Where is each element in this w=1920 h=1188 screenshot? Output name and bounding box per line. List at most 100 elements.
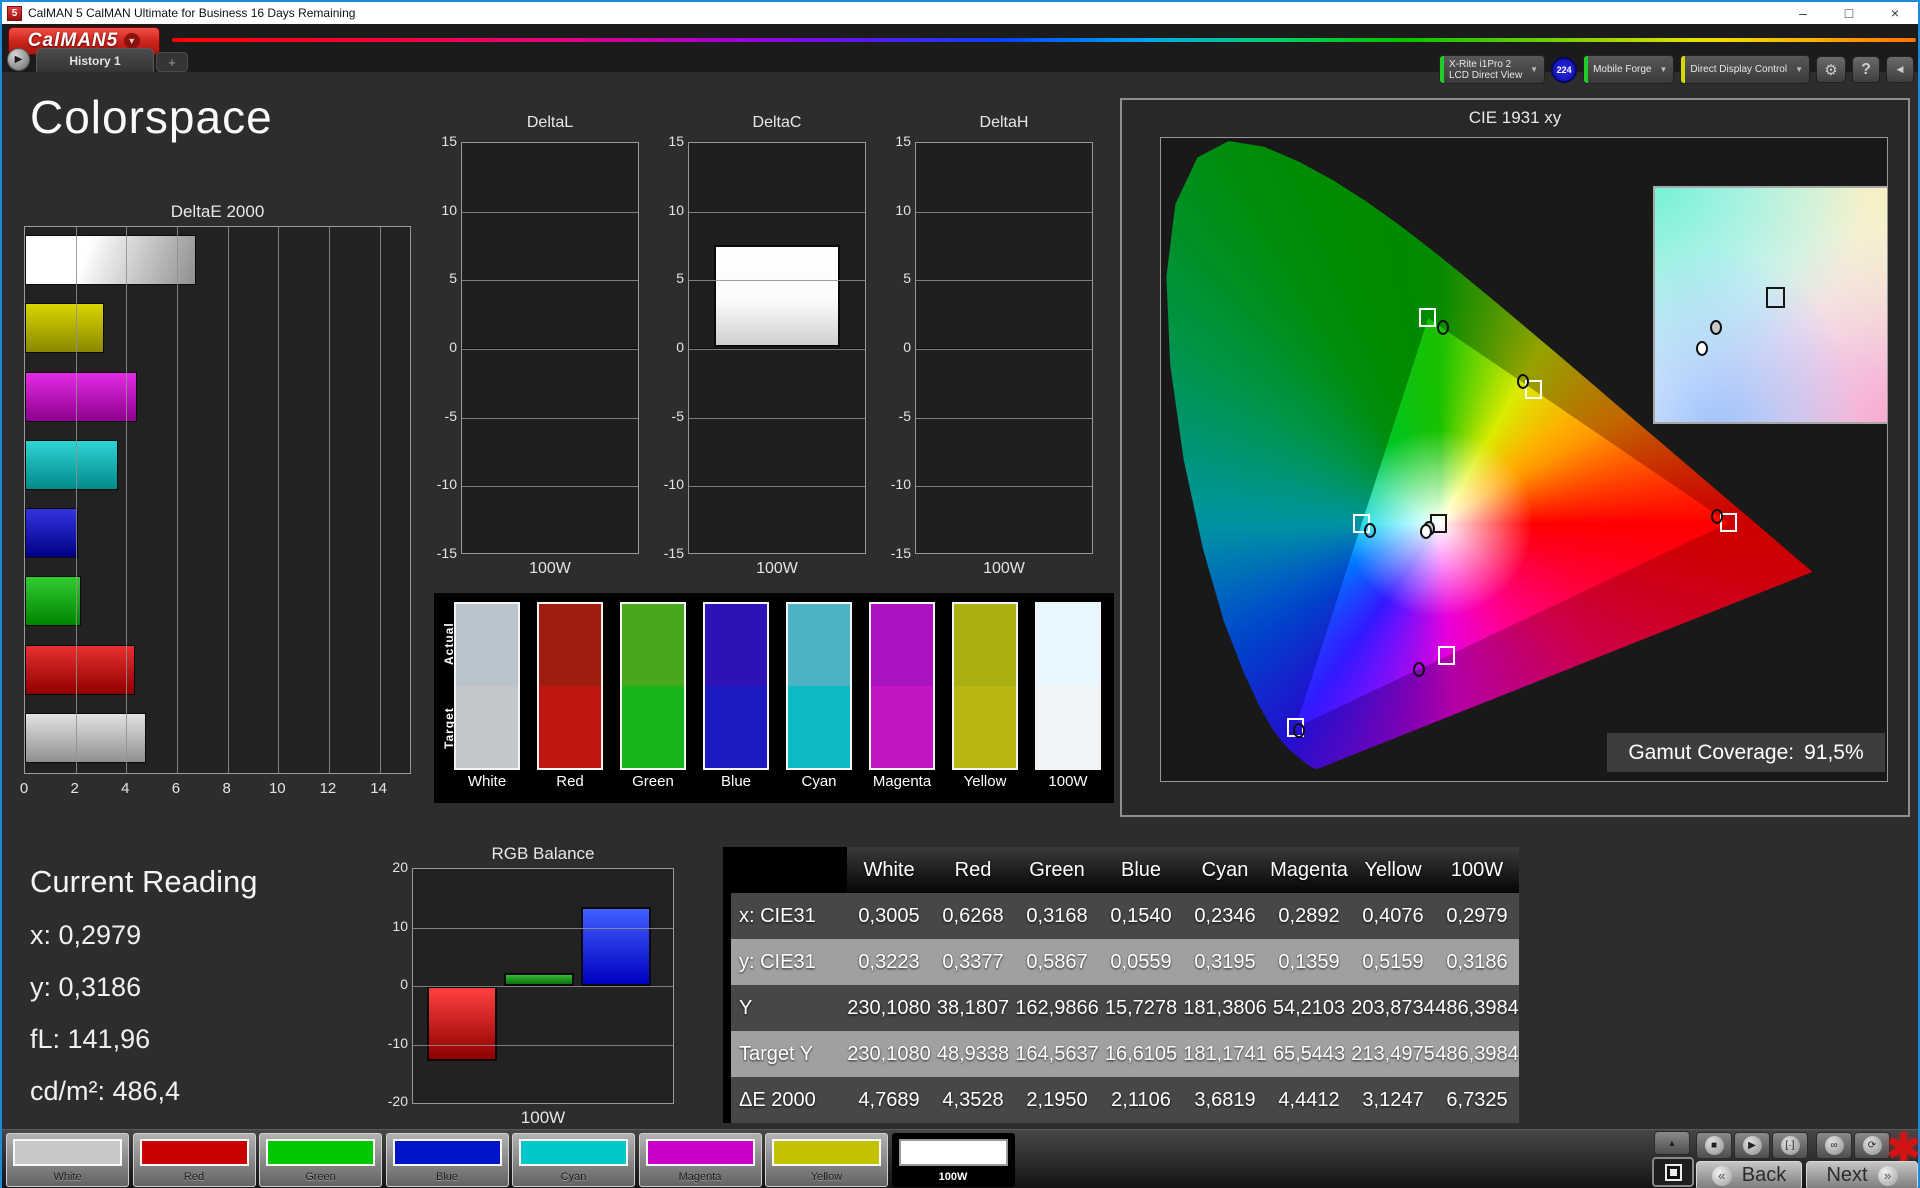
rgb-bar-blue (581, 907, 651, 986)
deltaL-chart (461, 142, 639, 554)
table-cell: 181,3806 (1183, 996, 1267, 1019)
source-label: Mobile Forge (1593, 64, 1652, 75)
patch-tab-green[interactable]: Green (259, 1133, 382, 1187)
tab-strip: ▶ History 1 + (2, 48, 602, 72)
deltae-gridline (278, 227, 280, 773)
repeat-button[interactable]: ⟳ (1854, 1132, 1890, 1159)
whitepoint-zoom-inset (1653, 186, 1887, 424)
deltaH-gridline (916, 280, 1092, 282)
table-cell: 0,5159 (1362, 950, 1424, 973)
gamut-coverage-value: 91,5% (1804, 740, 1864, 764)
single-measure-button[interactable]: [·] (1772, 1132, 1808, 1159)
deltaH-chart (915, 142, 1093, 554)
deltaH-tick-label: -10 (890, 476, 911, 493)
patch-tab-blue[interactable]: Blue (385, 1133, 509, 1187)
deltaH-tick-label: 15 (895, 133, 911, 149)
deltaC-gridline (689, 417, 865, 419)
gear-icon: ⚙ (1824, 61, 1838, 79)
patch-tab-label: Cyan (560, 1171, 587, 1183)
table-row-label: y: CIE31 (739, 950, 816, 973)
chevron-down-icon: ▼ (124, 33, 141, 49)
rgb-y-tick: -10 (387, 1034, 408, 1051)
rainbow-divider (172, 38, 1916, 42)
patch-swatch (266, 1139, 375, 1166)
swatch-column-yellow: Yellow (952, 602, 1018, 790)
patch-tab-cyan[interactable]: Cyan (512, 1133, 635, 1187)
deltae-bar-yellow (25, 303, 105, 354)
patch-tab-label: 100W (938, 1171, 968, 1183)
swatch-column-magenta: Magenta (869, 602, 935, 790)
deltaH-gridline (916, 211, 1092, 213)
reading-fl: fL: 141,96 (30, 1024, 151, 1054)
swatch-yellow (952, 602, 1018, 770)
cie-target-green (1419, 308, 1437, 328)
deltaC-tick-label: -10 (663, 476, 684, 493)
display-pattern-button[interactable] (1652, 1157, 1694, 1187)
patch-tab-100w[interactable]: 100W (891, 1133, 1015, 1187)
display-control-dropdown[interactable]: Direct Display Control ▼ (1680, 55, 1810, 84)
deltaC-tick-label: 0 (676, 339, 684, 355)
meter-dropdown[interactable]: X-Rite i1Pro 2 LCD Direct View ▼ (1439, 55, 1546, 84)
next-label: Next (1826, 1164, 1868, 1186)
chevron-down-icon: ▼ (1795, 65, 1803, 74)
tab-history-1[interactable]: History 1 (36, 48, 154, 72)
table-cell: 0,4076 (1362, 904, 1424, 927)
bottom-bar: White Red Green Blue Cyan Magenta Yellow 100W ▲… (2, 1125, 1920, 1188)
deltae-bar-blue (25, 508, 79, 558)
table-cell: 0,2979 (1446, 904, 1508, 927)
minimize-button[interactable]: – (1780, 2, 1826, 24)
reading-cdm2: cd/m²: 486,4 (30, 1076, 181, 1106)
table-cell: 164,5637 (1015, 1042, 1099, 1065)
patch-tab-white[interactable]: White (6, 1133, 129, 1187)
table-cell: 0,1540 (1110, 904, 1172, 927)
patch-tab-label: Green (305, 1171, 336, 1183)
table-cell: 0,3195 (1194, 950, 1256, 973)
deltae-gridline (328, 227, 330, 773)
deltaL-tick-label: -15 (436, 545, 457, 561)
swatch-column-100w: 100W (1035, 602, 1101, 790)
patch-tab-yellow[interactable]: Yellow (765, 1133, 888, 1187)
swatch-column-red: Red (537, 602, 603, 790)
swatch-white (454, 602, 520, 770)
table-cell: 162,9866 (1015, 996, 1099, 1019)
patch-tab-red[interactable]: Red (132, 1133, 256, 1187)
patch-tab-label: Blue (435, 1171, 459, 1183)
window-title: CalMAN 5 CalMAN Ultimate for Business 16… (28, 6, 356, 20)
table-cell: 65,5443 (1272, 1042, 1346, 1065)
play-tab-button[interactable]: ▶ (7, 48, 30, 71)
inset-measured-circle-0 (1709, 320, 1722, 336)
help-button[interactable]: ? (1852, 56, 1880, 83)
table-cell: 0,6268 (942, 904, 1004, 927)
table-row: ΔE 2000 4,7689 4,3528 2,1950 2,1106 3,6819 4,4… (731, 1077, 1519, 1123)
table-header-row: White Red Green Blue Cyan Magenta Yellow 100W (731, 847, 1519, 893)
back-button[interactable]: « Back (1696, 1161, 1802, 1188)
swatch-label: Green (632, 773, 674, 790)
panel-up-button[interactable]: ▲ (1654, 1131, 1690, 1155)
patch-tab-magenta[interactable]: Magenta (638, 1133, 762, 1187)
stop-button[interactable]: ■ (1696, 1132, 1732, 1159)
deltae-gridline (379, 227, 381, 773)
deltaL-x-label: 100W (529, 560, 571, 577)
reading-y: y: 0,3186 (30, 972, 142, 1002)
table-header-cell: Magenta (1270, 858, 1348, 881)
inset-measured-circle-1 (1695, 341, 1708, 357)
table-row-label: Target Y (739, 1042, 814, 1065)
add-tab-button[interactable]: + (156, 52, 188, 72)
deltae-tick-label: 8 (222, 780, 231, 797)
table-cell: 38,1807 (936, 996, 1010, 1019)
collapse-button[interactable]: ◀ (1886, 56, 1914, 83)
continuous-button[interactable]: ∞ (1816, 1132, 1852, 1159)
deltaH-tick-label: -5 (898, 407, 911, 424)
next-button[interactable]: Next » (1806, 1161, 1918, 1188)
maximize-button[interactable]: □ (1826, 2, 1872, 24)
rgb-balance-x-label: 100W (520, 1108, 566, 1127)
deltaH-gridline (916, 349, 1092, 350)
settings-button[interactable]: ⚙ (1816, 56, 1846, 83)
play-button[interactable]: ▶ (1734, 1132, 1770, 1159)
close-button[interactable]: × (1872, 2, 1918, 24)
table-cell: 0,3186 (1446, 950, 1508, 973)
swatch-label: Blue (720, 773, 752, 790)
swatch-100w (1035, 602, 1101, 770)
title-bar: 5 CalMAN 5 CalMAN Ultimate for Business … (2, 2, 1918, 24)
source-dropdown[interactable]: Mobile Forge ▼ (1583, 55, 1675, 84)
